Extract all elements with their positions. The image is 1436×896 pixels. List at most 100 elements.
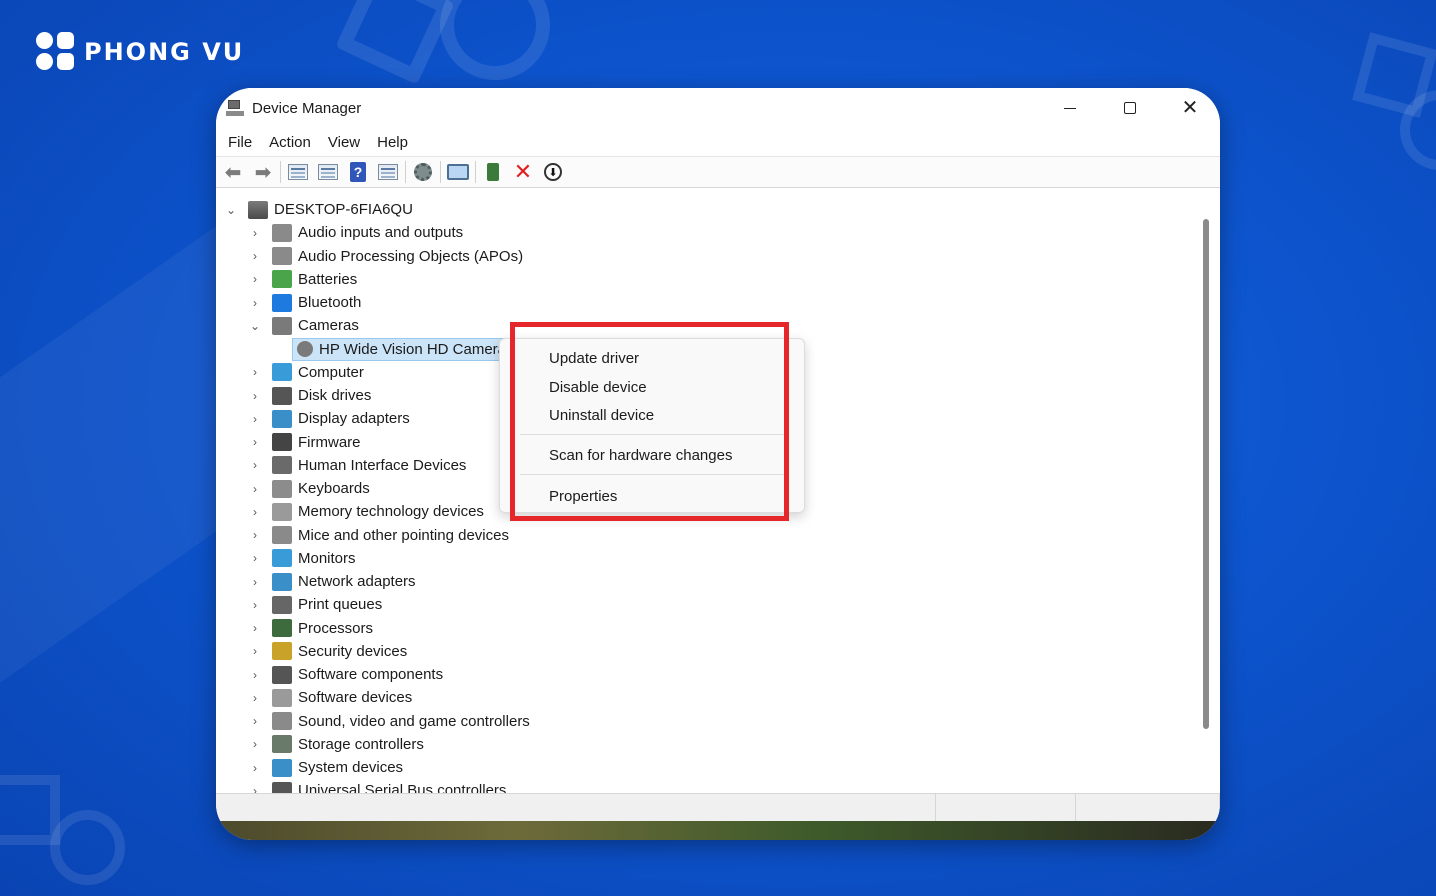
chevron-right-icon[interactable]: › [248, 621, 262, 635]
processor-icon [272, 619, 292, 637]
title-bar[interactable]: Device Manager ✕ [216, 88, 1220, 128]
chevron-down-icon[interactable]: ⌄ [224, 203, 238, 217]
tree-item-monitor[interactable]: › Monitors [248, 547, 356, 570]
chevron-right-icon[interactable]: › [248, 482, 262, 496]
tree-root-label: DESKTOP-6FIA6QU [274, 201, 413, 218]
chevron-right-icon[interactable]: › [248, 761, 262, 775]
chevron-right-icon[interactable]: › [248, 714, 262, 728]
disk-icon [272, 386, 292, 405]
action-pane-button[interactable] [375, 160, 401, 184]
chevron-right-icon[interactable]: › [248, 296, 262, 310]
tree-item-mouse[interactable]: › Mice and other pointing devices [248, 524, 509, 547]
tree-item-label: Audio inputs and outputs [298, 224, 464, 242]
help-toolbar-button[interactable]: ? [345, 160, 371, 184]
tree-item-keyboard[interactable]: › Keyboards [248, 477, 370, 500]
tree-item-storage[interactable]: › Storage controllers [248, 733, 424, 756]
tree-item-label: Audio Processing Objects (APOs) [298, 247, 524, 265]
arrow-left-icon: ⬅ [224, 161, 242, 184]
menu-action[interactable]: Action [263, 134, 317, 151]
properties-icon [318, 164, 338, 180]
tree-item-hp-camera[interactable]: HP Wide Vision HD Camera [292, 337, 512, 361]
chevron-right-icon[interactable]: › [248, 598, 262, 612]
chevron-right-icon[interactable]: › [248, 551, 262, 565]
add-driver-toolbar-button[interactable] [480, 160, 506, 184]
disable-toolbar-button[interactable]: ⬇ [540, 160, 566, 184]
chevron-right-icon[interactable]: › [248, 784, 262, 793]
chevron-right-icon[interactable]: › [248, 737, 262, 751]
vertical-scrollbar[interactable] [1196, 197, 1220, 793]
show-hide-console-tree-button[interactable] [285, 160, 311, 184]
tree-item-sound[interactable]: › Sound, video and game controllers [248, 710, 530, 733]
tree-item-printer[interactable]: › Print queues [248, 593, 382, 616]
tree-item-camera[interactable]: ⌄ Cameras [248, 314, 359, 337]
bluetooth-icon [272, 293, 292, 312]
menu-help[interactable]: Help [371, 134, 414, 151]
chevron-right-icon[interactable]: › [248, 365, 262, 379]
maximize-button[interactable] [1100, 88, 1160, 128]
scrollbar-thumb[interactable] [1203, 219, 1209, 729]
chevron-right-icon[interactable]: › [248, 644, 262, 658]
tree-item-computer[interactable]: › Computer [248, 361, 364, 384]
back-button[interactable]: ⬅ [220, 160, 246, 184]
mouse-icon [272, 526, 292, 544]
tree-item-system-device[interactable]: › System devices [248, 756, 403, 779]
camera-device-label: HP Wide Vision HD Camera [319, 340, 507, 358]
tree-root-computer[interactable]: ⌄ DESKTOP-6FIA6QU [224, 198, 413, 221]
chevron-down-icon[interactable]: ⌄ [248, 319, 262, 333]
update-driver-toolbar-button[interactable] [410, 160, 436, 184]
camera-icon [272, 316, 292, 335]
tree-item-memory[interactable]: › Memory technology devices [248, 500, 484, 523]
forward-button[interactable]: ➡ [250, 160, 276, 184]
tree-item-bluetooth[interactable]: › Bluetooth [248, 291, 361, 314]
chevron-right-icon[interactable]: › [248, 389, 262, 403]
tree-item-label: Human Interface Devices [298, 456, 467, 474]
chevron-right-icon[interactable]: › [248, 505, 262, 519]
computer-root-icon [248, 200, 268, 219]
tree-item-display-adapter[interactable]: › Display adapters [248, 407, 410, 430]
chevron-right-icon[interactable]: › [248, 272, 262, 286]
tree-item-software-component[interactable]: › Software components [248, 663, 443, 686]
menu-file[interactable]: File [222, 134, 258, 151]
chevron-right-icon[interactable]: › [248, 412, 262, 426]
chevron-right-icon[interactable]: › [248, 458, 262, 472]
tree-item-security[interactable]: › Security devices [248, 640, 407, 663]
scan-hardware-toolbar-button[interactable] [445, 160, 471, 184]
memory-icon [272, 502, 292, 521]
tree-item-software-device[interactable]: › Software devices [248, 686, 412, 709]
uninstall-toolbar-button[interactable]: ✕ [510, 159, 536, 184]
menu-view[interactable]: View [322, 134, 366, 151]
tree-item-speaker[interactable]: › Audio Processing Objects (APOs) [248, 245, 523, 268]
minimize-button[interactable] [1040, 88, 1100, 128]
tree-item-hid[interactable]: › Human Interface Devices [248, 454, 466, 477]
tree-item-disk[interactable]: › Disk drives [248, 384, 371, 407]
tree-item-network[interactable]: › Network adapters [248, 570, 416, 593]
chevron-right-icon[interactable]: › [248, 575, 262, 589]
chevron-right-icon[interactable]: › [248, 668, 262, 682]
chevron-right-icon[interactable]: › [248, 528, 262, 542]
desktop-wallpaper-strip [216, 821, 1220, 840]
tree-item-processor[interactable]: › Processors [248, 617, 373, 640]
chevron-right-icon[interactable]: › [248, 691, 262, 705]
speaker-icon [272, 247, 292, 265]
brand-logo-icon [36, 32, 76, 72]
chevron-right-icon[interactable]: › [248, 226, 262, 240]
computer-icon [272, 363, 292, 382]
tree-item-label: Software components [298, 666, 444, 683]
tree-item-battery[interactable]: › Batteries [248, 268, 357, 291]
tree-item-usb[interactable]: › Universal Serial Bus controllers [248, 779, 506, 793]
tree-item-firmware[interactable]: › Firmware [248, 431, 361, 454]
tree-item-label: Processors [298, 619, 374, 637]
toolbar-separator [440, 161, 441, 183]
tree-item-speaker[interactable]: › Audio inputs and outputs [248, 221, 463, 244]
disable-down-arrow-icon: ⬇ [544, 163, 562, 181]
close-button[interactable]: ✕ [1160, 88, 1220, 128]
monitor-icon [272, 549, 292, 568]
menu-bar: File Action View Help [216, 128, 1220, 156]
speaker-icon [272, 223, 292, 242]
battery-icon [272, 270, 292, 289]
console-tree-icon [288, 164, 308, 180]
printer-icon [272, 595, 292, 614]
properties-toolbar-button[interactable] [315, 160, 341, 184]
chevron-right-icon[interactable]: › [248, 249, 262, 263]
chevron-right-icon[interactable]: › [248, 435, 262, 449]
